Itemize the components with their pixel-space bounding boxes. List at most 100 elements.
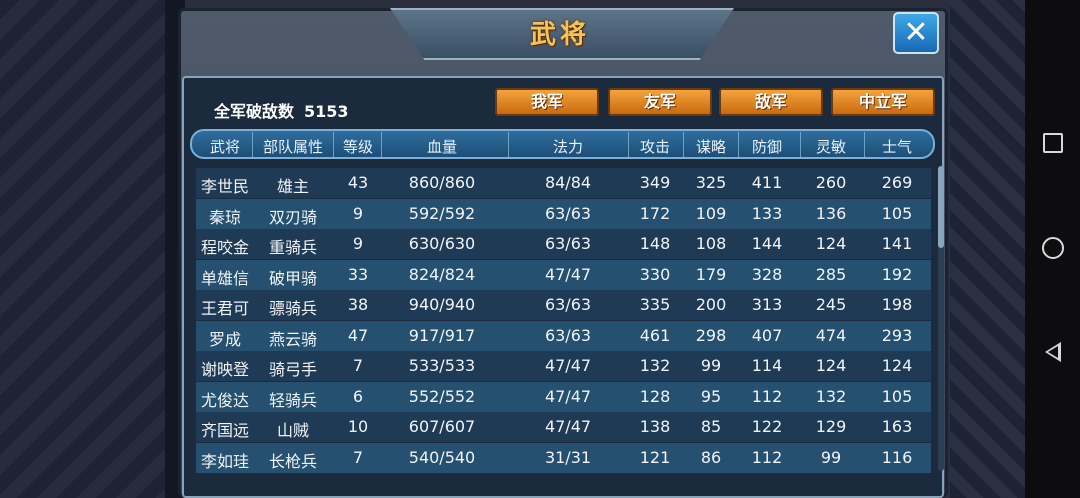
table-cell: 63/63 [544,325,592,345]
table-cell: 172 [639,203,671,223]
tab-neutral-army[interactable]: 中立军 [831,88,935,116]
table-cell: 骠骑兵 [268,299,317,318]
table-cell: 824/824 [408,264,476,284]
column-divider [508,132,509,158]
tab-allied-army[interactable]: 友军 [608,88,712,116]
system-nav-bar [1025,0,1080,498]
column-header: 士气 [881,138,912,156]
tab-our-army[interactable]: 我军 [495,88,599,116]
table-cell: 王君可 [200,299,249,318]
table-cell: 程咬金 [200,238,249,257]
column-header: 血量 [426,138,457,156]
table-cell: 燕云骑 [268,329,317,349]
table-cell: 540/540 [408,447,476,467]
table-cell: 99 [820,447,842,467]
table-cell: 齐国远 [200,421,249,440]
tab-enemy-army[interactable]: 敌军 [719,88,823,116]
table-cell: 47/47 [544,386,592,406]
table-cell: 6 [352,386,364,406]
table-cell: 罗成 [208,329,241,349]
table-cell: 33 [347,264,369,284]
table-cell: 43 [347,173,369,192]
table-cell: 200 [695,295,727,314]
background-right [950,0,1025,498]
table-cell: 533/533 [408,356,476,375]
table-cell: 7 [352,356,364,375]
table-cell: 秦琼 [208,207,241,227]
column-divider [381,132,382,158]
table-cell: 245 [815,295,847,314]
table-cell: 607/607 [408,417,476,436]
table-cell: 269 [881,173,913,192]
table-cell: 132 [815,386,847,406]
close-button[interactable]: ✕ [893,12,939,54]
table-cell: 179 [695,264,727,284]
table-cell: 尤俊达 [200,390,249,410]
home-icon[interactable] [1040,235,1066,261]
table-cell: 330 [639,264,671,284]
recent-apps-icon[interactable] [1040,130,1066,156]
table-cell: 雄主 [276,177,309,196]
table-cell: 325 [695,173,727,192]
table-cell: 105 [881,386,913,406]
panel-title: 武将 [529,20,590,50]
table-cell: 38 [347,295,369,314]
table-cell: 李世民 [200,177,249,196]
table-cell: 124 [815,356,847,375]
table-cell: 63/63 [544,203,592,223]
table-cell: 124 [815,234,847,253]
table-cell: 7 [352,447,364,467]
table-cell: 骑弓手 [268,360,317,379]
column-divider [800,132,801,158]
table-cell: 105 [881,203,913,223]
table-cell: 114 [751,356,783,375]
table-cell: 112 [751,447,783,467]
table-cell: 47/47 [544,264,592,284]
table-cell: 260 [815,173,847,192]
table-cell: 谢映登 [200,360,249,379]
column-divider [628,132,629,158]
table-cell: 411 [751,173,783,192]
table-cell: 轻骑兵 [268,390,317,410]
back-icon[interactable] [1040,342,1066,362]
scrollbar-thumb[interactable] [938,166,944,248]
table-cell: 95 [700,386,722,406]
table-cell: 63/63 [544,295,592,314]
table-cell: 47/47 [544,356,592,375]
column-header: 防御 [751,138,782,156]
column-divider [333,132,334,158]
table-cell: 124 [881,356,913,375]
table-cell: 198 [881,295,913,314]
table-cell: 860/860 [408,173,476,192]
table-cell: 108 [695,234,727,253]
table-cell: 31/31 [544,447,592,467]
table-cell: 474 [815,325,847,345]
table-cell: 李如珪 [200,451,249,471]
table-cell: 293 [881,325,913,345]
table-cell: 47 [347,325,369,345]
table-cell: 132 [639,356,671,375]
column-header: 武将 [209,138,240,156]
table-cell: 129 [815,417,847,436]
table-cell: 破甲骑 [268,268,317,288]
table-cell: 9 [352,203,364,223]
column-header: 法力 [552,138,583,156]
table-cell: 133 [751,203,783,223]
column-divider [738,132,739,158]
total-kills-label: 全军破敌数 [214,102,295,121]
table-cell: 328 [751,264,783,284]
table-cell: 山贼 [276,421,309,440]
table-cell: 单雄信 [200,268,249,288]
table-cell: 192 [881,264,913,284]
column-divider [864,132,865,158]
table-cell: 122 [751,417,783,436]
table-cell: 407 [751,325,783,345]
table-cell: 99 [700,356,722,375]
column-header: 攻击 [639,138,670,156]
table-cell: 112 [751,386,783,406]
column-header: 灵敏 [815,138,846,156]
column-divider [683,132,684,158]
table-cell: 138 [639,417,671,436]
table-cell: 349 [639,173,671,192]
table-cell: 335 [639,295,671,314]
